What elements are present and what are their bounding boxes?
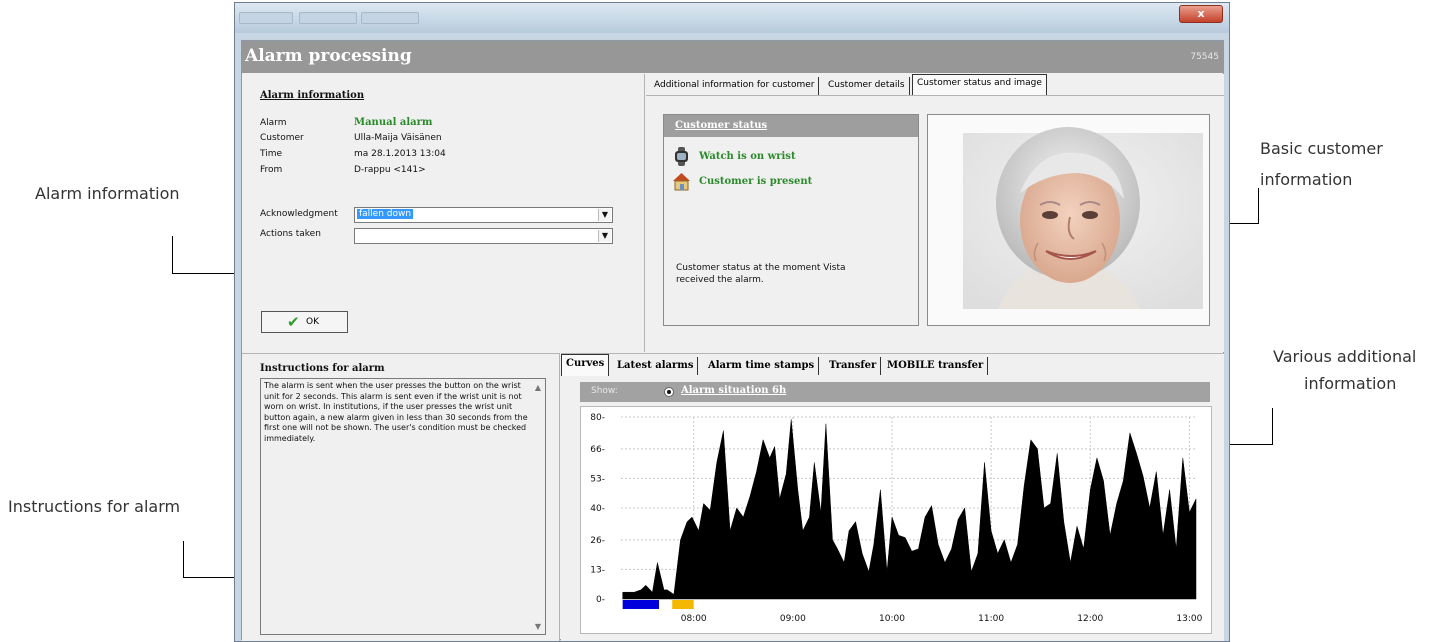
y-tick-label: 53- [590,474,605,484]
y-tick-label: 26- [590,536,605,546]
alarm-situation-radio[interactable] [664,387,674,397]
instructions-panel: Instructions for alarm The alarm is sent… [242,353,560,641]
callout-alarm-line-v [172,236,173,274]
instructions-text: The alarm is sent when the user presses … [264,381,528,443]
time-value: ma 28.1.2013 13:04 [354,149,446,159]
status-note: Customer status at the moment Vista rece… [676,263,846,285]
callout-instructions: Instructions for alarm [8,497,181,516]
tab-additional-information[interactable]: Additional information for customer [650,77,820,95]
from-value: D-rappu <141> [354,165,426,175]
customer-panel: Additional information for customer Cust… [646,74,1224,352]
actions-taken-select[interactable]: ▼ [354,228,613,244]
client-area: Alarm processing 75545 Alarm information… [241,40,1224,641]
tab-mobile-transfer[interactable]: MOBILE transfer [883,357,989,375]
additional-info-panel: Curves Latest alarms Alarm time stamps T… [561,353,1224,641]
taskbar-tab[interactable] [299,12,357,24]
ok-button[interactable]: ✔ OK [261,311,348,333]
callout-various-1: Various additional [1273,347,1417,366]
y-tick-label: 80- [590,413,605,423]
page-title: Alarm processing [245,46,412,66]
alarm-information-panel: Alarm information Alarm Manual alarm Cus… [242,74,645,352]
x-tick-label: 11:00 [978,614,1004,624]
customer-label: Customer [260,133,304,143]
tab-divider [646,95,1224,96]
close-button[interactable]: x [1179,5,1223,23]
y-tick-label: 40- [590,504,605,514]
status-watch: Watch is on wrist [672,147,796,166]
customer-photo [927,114,1210,326]
instructions-textbox[interactable]: The alarm is sent when the user presses … [260,378,546,635]
callout-various-2: information [1304,374,1397,393]
callout-instr-line-v [183,541,184,578]
home-icon [672,172,691,191]
callout-customer-line-v [1258,188,1259,224]
status-present: Customer is present [672,172,812,191]
callout-basic-customer-1: Basic customer [1260,139,1383,158]
tab-customer-details[interactable]: Customer details [824,77,910,95]
callout-alarm-information: Alarm information [35,184,180,203]
status-watch-label: Watch is on wrist [699,151,796,162]
customer-value: Ulla-Maija Väisänen [354,133,442,143]
watch-icon [672,147,691,166]
y-tick-label: 0- [596,595,605,605]
scroll-down-icon[interactable]: ▼ [535,622,541,631]
title-bar: x [235,3,1229,33]
series-area [622,419,1197,600]
customer-portrait-image [928,115,1209,325]
page-header: Alarm processing 75545 [242,41,1223,73]
time-marker-bar [622,600,660,609]
tab-latest-alarms[interactable]: Latest alarms [613,357,699,375]
alarm-situation-option[interactable]: Alarm situation 6h [681,385,786,396]
tab-transfer[interactable]: Transfer [825,357,882,375]
tab-customer-status-and-image[interactable]: Customer status and image [912,74,1047,96]
alarm-value: Manual alarm [354,117,433,128]
time-label: Time [260,149,283,159]
y-tick-label: 13- [590,565,605,575]
curve-chart-svg: 0- 13- 26- 40- 53- 66- 80- 08:00 09:00 10:00 11:00… [590,413,1202,624]
show-label: Show: [591,386,618,396]
alarm-label: Alarm [260,118,287,128]
alarm-id: 75545 [1190,52,1219,62]
tab-alarm-time-stamps[interactable]: Alarm time stamps [704,357,820,375]
y-tick-label: 66- [590,445,605,455]
tab-curves[interactable]: Curves [561,354,610,376]
chevron-down-icon[interactable]: ▼ [598,209,611,221]
acknowledgment-select[interactable]: fallen down ▼ [354,207,613,223]
x-tick-label: 12:00 [1077,614,1103,624]
curve-chart: 0- 13- 26- 40- 53- 66- 80- 08:00 09:00 10:00 11:00… [580,406,1212,634]
customer-status-header: Customer status [664,115,918,137]
callout-basic-customer-2: information [1260,170,1353,189]
customer-status-title: Customer status [675,120,768,131]
show-bar: Show: Alarm situation 6h [580,382,1210,402]
taskbar-tab[interactable] [239,12,293,24]
instructions-title: Instructions for alarm [260,363,385,374]
scroll-up-icon[interactable]: ▲ [535,383,541,392]
time-marker-bar [672,600,694,609]
actions-taken-label: Actions taken [260,229,321,239]
x-tick-label: 08:00 [681,614,707,624]
chevron-down-icon[interactable]: ▼ [598,230,611,242]
checkmark-icon: ✔ [287,313,300,331]
callout-various-line-v [1272,408,1273,445]
x-tick-label: 09:00 [780,614,806,624]
status-present-label: Customer is present [699,176,813,187]
ok-label: OK [306,317,319,327]
close-icon: x [1197,7,1205,20]
x-tick-label: 13:00 [1176,614,1202,624]
x-tick-label: 10:00 [879,614,905,624]
customer-status-box: Customer status Watch is on wrist Custom… [663,114,919,326]
app-window: x Alarm processing 75545 Alarm informati… [234,2,1230,642]
alarm-information-title: Alarm information [260,90,365,101]
acknowledgment-value: fallen down [357,209,414,219]
from-label: From [260,165,283,175]
taskbar-tab[interactable] [361,12,419,24]
acknowledgment-label: Acknowledgment [260,209,338,219]
